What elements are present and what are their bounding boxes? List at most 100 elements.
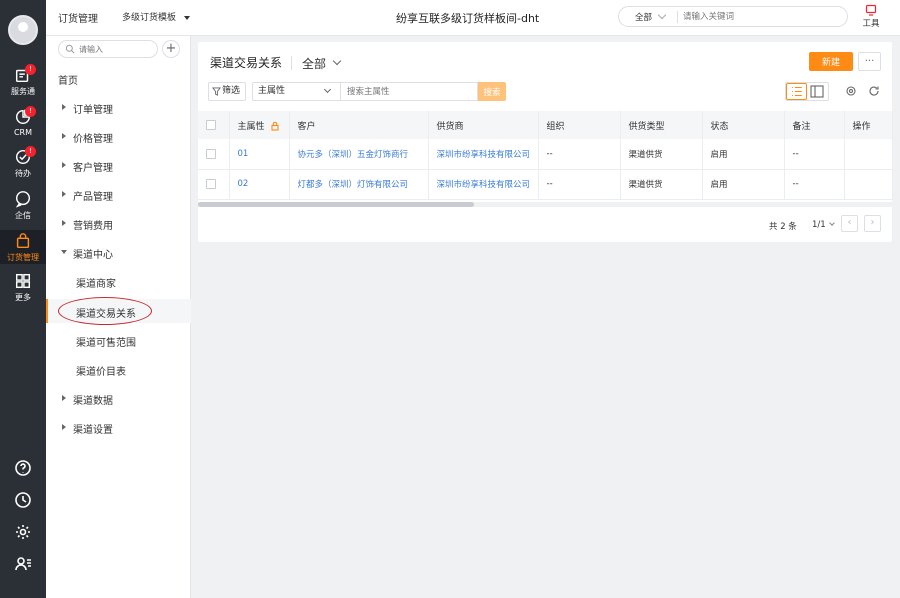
card-view-icon[interactable] [810,85,824,98]
attribute-select-value: 主属性 [258,86,286,96]
chevron-down-icon [184,15,191,20]
column-header-label: 主属性 [237,121,265,132]
module-name[interactable]: 订货管理 [58,10,98,25]
gear-icon[interactable] [845,85,857,97]
column-header[interactable]: 组织 [538,111,621,139]
column-header[interactable]: 主属性 [229,111,290,139]
divider [291,56,292,70]
rail-item-more[interactable]: 更多 [0,272,46,310]
help-icon[interactable] [13,458,33,478]
history-icon[interactable] [13,490,33,510]
table-row[interactable]: 01 协元多（深圳）五金灯饰商行 深圳市纷享科技有限公司 -- 渠道供货 启用 … [198,139,893,170]
sidebar-item-channel-settings[interactable]: 渠道设置 [46,416,191,438]
cell-note: -- [784,169,845,200]
sidebar-item-customers[interactable]: 客户管理 [46,154,191,176]
cell-customer[interactable]: 协元多（深圳）五金灯饰商行 [289,139,429,170]
select-all-cell [198,111,230,139]
chevron-right-icon [62,424,66,430]
rail-item-chat[interactable]: 企信 [0,190,46,228]
sidebar-subitem-channel-relations[interactable]: 渠道交易关系 [46,297,191,325]
scrollbar-thumb[interactable] [198,202,474,207]
chevron-right-icon [62,104,66,110]
row-checkbox[interactable] [206,178,216,189]
sidebar-item-label: 渠道中心 [73,250,113,261]
cell-org: -- [538,139,621,170]
chevron-down-icon[interactable] [332,56,342,66]
chat-icon [15,191,31,208]
sidebar-item-marketing[interactable]: 营销费用 [46,212,191,234]
column-header[interactable]: 操作 [844,111,893,139]
sidebar-search [58,40,158,58]
sidebar-item-label: 渠道设置 [73,425,113,436]
filter-button[interactable]: 筛选 [208,82,246,101]
cell-action[interactable] [844,169,893,200]
sidebar-item-channel-data[interactable]: 渠道数据 [46,387,191,409]
tools-label: 工具 [862,19,880,29]
sidebar-item-home[interactable]: 首页 [46,67,191,89]
more-button[interactable]: ··· [858,52,881,71]
cell-action[interactable] [844,139,893,170]
add-button[interactable]: + [162,40,180,58]
list-view-button[interactable] [786,83,807,100]
refresh-icon[interactable] [868,85,880,97]
search-scope-select[interactable]: 全部 [635,11,652,23]
chevron-down-icon [323,85,332,94]
global-search-input[interactable] [683,9,833,24]
cell-id[interactable]: 02 [229,169,290,200]
sidebar-item-label: 产品管理 [73,192,113,203]
sidebar-item-label: 渠道商家 [76,279,116,290]
column-header[interactable]: 供货类型 [620,111,703,139]
select-all-checkbox[interactable] [206,119,216,130]
cell-supplier[interactable]: 深圳市纷享科技有限公司 [428,169,539,200]
sidebar-subitem-price-list[interactable]: 渠道价目表 [46,358,191,380]
rail-label-more: 更多 [15,293,31,302]
prev-page-button[interactable]: ‹ [841,215,858,232]
column-header[interactable]: 状态 [702,111,785,139]
cell-id[interactable]: 01 [229,139,290,170]
sidebar-item-label: 营销费用 [73,221,113,232]
cell-customer[interactable]: 灯都多（深圳）灯饰有限公司 [289,169,429,200]
new-button[interactable]: 新建 [809,52,853,71]
attribute-search-input[interactable] [340,82,478,101]
row-checkbox[interactable] [206,148,216,159]
horizontal-scrollbar[interactable] [198,202,892,207]
table-header-row: 主属性 客户 供货商 组织 供货类型 状态 备注 操作 [198,111,893,139]
top-bar: 订货管理 多级订货模板 纷享互联多级订货样板间-dht 全部 工具 [46,0,900,36]
cell-supply-type: 渠道供货 [620,169,703,200]
table-row[interactable]: 02 灯都多（深圳）灯饰有限公司 深圳市纷享科技有限公司 -- 渠道供货 启用 … [198,169,893,200]
cell-supplier[interactable]: 深圳市纷享科技有限公司 [428,139,539,170]
column-header[interactable]: 客户 [289,111,429,139]
contacts-icon[interactable] [13,554,33,574]
sidebar-item-label: 渠道数据 [73,396,113,407]
search-button[interactable]: 搜索 [478,82,506,101]
sidebar-item-pricing[interactable]: 价格管理 [46,125,191,147]
settings-icon[interactable] [13,522,33,542]
chevron-down-icon [657,10,667,20]
user-avatar[interactable] [8,15,38,45]
scope-selector[interactable]: 全部 [302,55,326,72]
cell-note: -- [784,139,845,170]
sidebar-item-orders[interactable]: 订单管理 [46,96,191,118]
template-selector[interactable]: 多级订货模板 [122,10,191,23]
rail-item-crm[interactable]: ! CRM [0,106,46,146]
sidebar-subitem-sale-scope[interactable]: 渠道可售范围 [46,329,191,351]
column-header[interactable]: 供货商 [428,111,539,139]
attribute-select[interactable]: 主属性 [252,82,340,101]
shopping-bag-icon [16,233,30,249]
page-size-select[interactable]: 1/1 [812,220,835,230]
column-header[interactable]: 备注 [784,111,845,139]
cell-status: 启用 [702,139,785,170]
chevron-right-icon [62,395,66,401]
next-page-button[interactable]: › [864,215,881,232]
rail-item-ordering[interactable]: 订货管理 [0,230,46,264]
page-title: 纷享互联多级订货样板间-dht [396,12,540,25]
sidebar-item-products[interactable]: 产品管理 [46,183,191,205]
tools-button[interactable]: 工具 [858,4,884,29]
rail-item-service[interactable]: ! 服务通 [0,64,46,104]
sidebar-item-label: 首页 [58,76,78,87]
rail-item-todo[interactable]: ! 待办 [0,146,46,186]
sidebar-search-input[interactable] [79,43,155,55]
sidebar-subitem-channel-merchants[interactable]: 渠道商家 [46,270,191,292]
sidebar-item-channel-center[interactable]: 渠道中心 [46,241,191,263]
sidebar-item-label: 客户管理 [73,163,113,174]
